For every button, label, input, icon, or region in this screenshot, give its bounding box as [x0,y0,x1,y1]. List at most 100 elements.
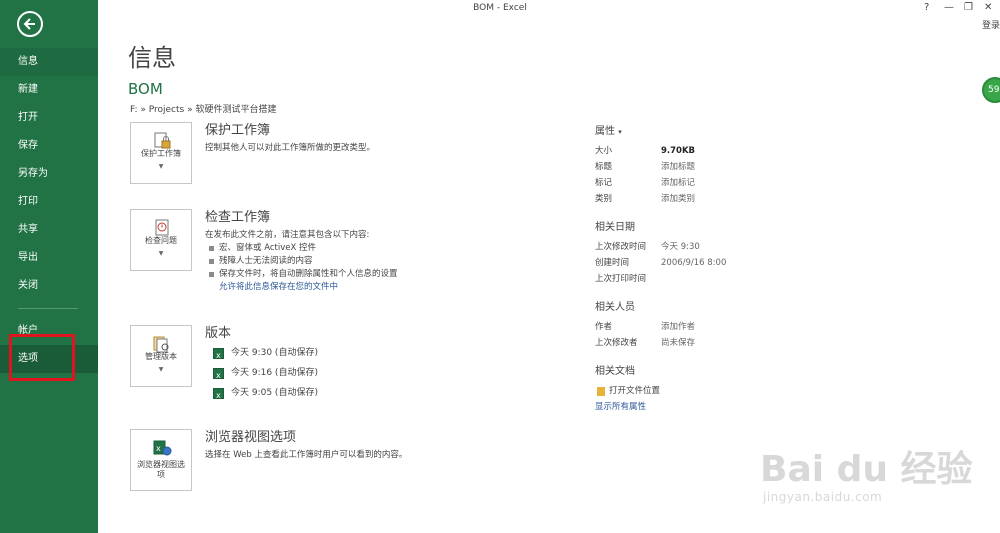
help-button[interactable]: ? [924,2,929,13]
protect-workbook-title: 保护工作簿 [205,123,271,138]
nav-close[interactable]: 关闭 [0,272,98,300]
related-dates-header: 相关日期 [595,222,635,233]
version-item-label: 今天 9:05 (自动保存) [231,388,318,398]
version-item-label: 今天 9:16 (自动保存) [231,368,318,378]
property-key: 类别 [595,194,613,204]
version-item[interactable]: 今天 9:05 (自动保存) [213,383,565,406]
versions-icon [153,336,169,353]
manage-versions-button[interactable]: 管理版本 ▼ [130,325,192,387]
nav-new[interactable]: 新建 [0,76,98,104]
property-value[interactable]: 添加标记 [661,175,695,191]
people-value[interactable]: 添加作者 [661,319,695,335]
versions-section: 管理版本 ▼ 版本 今天 9:30 (自动保存) 今天 9:16 (自动保存) … [130,325,570,406]
nav-print[interactable]: 打印 [0,188,98,216]
backstage-sidebar: 信息 新建 打开 保存 另存为 打印 共享 导出 关闭 帐户 选项 [0,0,98,533]
protect-workbook-button-label: 保护工作簿 [141,149,181,158]
date-value: 今天 9:30 [661,242,700,252]
nav-save[interactable]: 保存 [0,132,98,160]
baidu-watermark: Bai du 经验 [760,449,973,490]
protect-workbook-button[interactable]: 保护工作簿 ▼ [130,122,192,184]
allow-save-info-link[interactable]: 允许将此信息保存在您的文件中 [205,281,565,294]
browser-view-desc: 选择在 Web 上查看此工作簿时用户可以看到的内容。 [205,450,408,460]
chevron-down-icon: ▼ [158,366,164,373]
page-title: 信息 [128,44,176,72]
date-key: 创建时间 [595,258,630,268]
show-all-properties-link[interactable]: 显示所有属性 [595,399,815,415]
property-row: 大小 9.70KB [595,143,815,159]
back-button[interactable] [17,11,43,37]
properties-header-label: 属性 [595,126,615,137]
nav-open[interactable]: 打开 [0,104,98,132]
chevron-down-icon: ▼ [158,163,164,170]
related-docs-header: 相关文档 [595,366,635,377]
open-file-location-link[interactable]: 打开文件位置 [595,383,815,399]
nav-share[interactable]: 共享 [0,216,98,244]
check-issues-button[interactable]: 检查问题 ▼ [130,209,192,271]
lock-document-icon [154,132,171,149]
property-row: 标题 添加标题 [595,159,815,175]
open-file-location-label: 打开文件位置 [609,386,661,396]
excel-file-icon [213,366,224,386]
people-key: 上次修改者 [595,338,638,348]
versions-text: 版本 今天 9:30 (自动保存) 今天 9:16 (自动保存) 今天 9:05… [205,325,565,406]
svg-text:x: x [156,444,161,453]
properties-panel: 属性 ▾ 大小 9.70KB 标题 添加标题 标记 添加标记 类别 添加类别 相… [595,125,815,415]
file-path-breadcrumb[interactable]: F: » Projects » 软硬件测试平台搭建 [130,102,276,115]
date-value: 2006/9/16 8:00 [661,258,727,268]
protect-workbook-desc: 控制其他人可以对此工作簿所做的更改类型。 [205,143,376,153]
excel-file-icon [213,386,224,406]
date-row: 上次打印时间 [595,271,815,287]
browser-view-icon: x [153,440,172,456]
browser-view-title: 浏览器视图选项 [205,430,297,445]
protect-workbook-section: 保护工作簿 ▼ 保护工作簿 控制其他人可以对此工作簿所做的更改类型。 [130,122,570,186]
inspect-bullet: 保存文件时，将自动删除属性和个人信息的设置 [205,268,565,281]
version-item-label: 今天 9:30 (自动保存) [231,348,318,358]
backstage-nav: 信息 新建 打开 保存 另存为 打印 共享 导出 关闭 帐户 选项 [0,48,98,373]
people-row: 作者 添加作者 [595,319,815,335]
speed-badge[interactable]: 59 [982,77,1000,103]
nav-export[interactable]: 导出 [0,244,98,272]
nav-info[interactable]: 信息 [0,48,98,76]
options-highlight-box [9,334,75,381]
inspect-workbook-text: 检查工作簿 在发布此文件之前，请注意其包含以下内容: 宏、窗体或 ActiveX… [205,209,565,294]
property-key: 标题 [595,162,613,172]
folder-icon [597,387,605,396]
check-issues-button-label: 检查问题 [145,236,177,245]
manage-versions-button-label: 管理版本 [145,352,177,361]
browser-view-options-button[interactable]: x 浏览器视图选项 [130,429,192,491]
restore-button[interactable]: ❐ [964,2,973,13]
date-key: 上次修改时间 [595,242,647,252]
protect-workbook-text: 保护工作簿 控制其他人可以对此工作簿所做的更改类型。 [205,122,565,155]
property-value: 9.70KB [661,146,696,156]
excel-file-icon [213,346,224,366]
property-value[interactable]: 添加类别 [661,191,695,207]
property-key: 标记 [595,178,613,188]
dropdown-caret-icon: ▾ [618,128,622,136]
version-item[interactable]: 今天 9:30 (自动保存) [213,343,565,366]
inspect-workbook-title: 检查工作簿 [205,210,271,225]
people-key: 作者 [595,322,613,332]
document-name: BOM [128,80,163,98]
browser-view-text: 浏览器视图选项 选择在 Web 上查看此工作簿时用户可以看到的内容。 [205,429,565,462]
date-key: 上次打印时间 [595,274,647,284]
back-arrow-icon [23,18,35,30]
nav-divider [18,308,78,309]
browser-view-section: x 浏览器视图选项 浏览器视图选项 选择在 Web 上查看此工作簿时用户可以看到… [130,429,570,493]
nav-save-as[interactable]: 另存为 [0,160,98,188]
inspect-bullet: 残障人士无法阅读的内容 [205,255,565,268]
version-item[interactable]: 今天 9:16 (自动保存) [213,363,565,386]
inspect-workbook-desc: 在发布此文件之前，请注意其包含以下内容: [205,230,370,240]
login-link[interactable]: 登录 [982,18,1000,31]
close-button[interactable]: ✕ [984,2,992,13]
browser-view-options-button-label: 浏览器视图选项 [137,460,185,479]
related-people-header: 相关人员 [595,302,635,313]
property-value[interactable]: 添加标题 [661,159,695,175]
properties-header[interactable]: 属性 ▾ [595,125,815,139]
property-row: 标记 添加标记 [595,175,815,191]
minimize-button[interactable]: — [944,2,954,13]
people-row: 上次修改者 尚未保存 [595,335,815,351]
chevron-down-icon: ▼ [158,250,164,257]
inspect-workbook-section: 检查问题 ▼ 检查工作簿 在发布此文件之前，请注意其包含以下内容: 宏、窗体或 … [130,209,570,299]
baidu-watermark-url: jingyan.baidu.com [763,490,883,504]
property-key: 大小 [595,146,613,156]
